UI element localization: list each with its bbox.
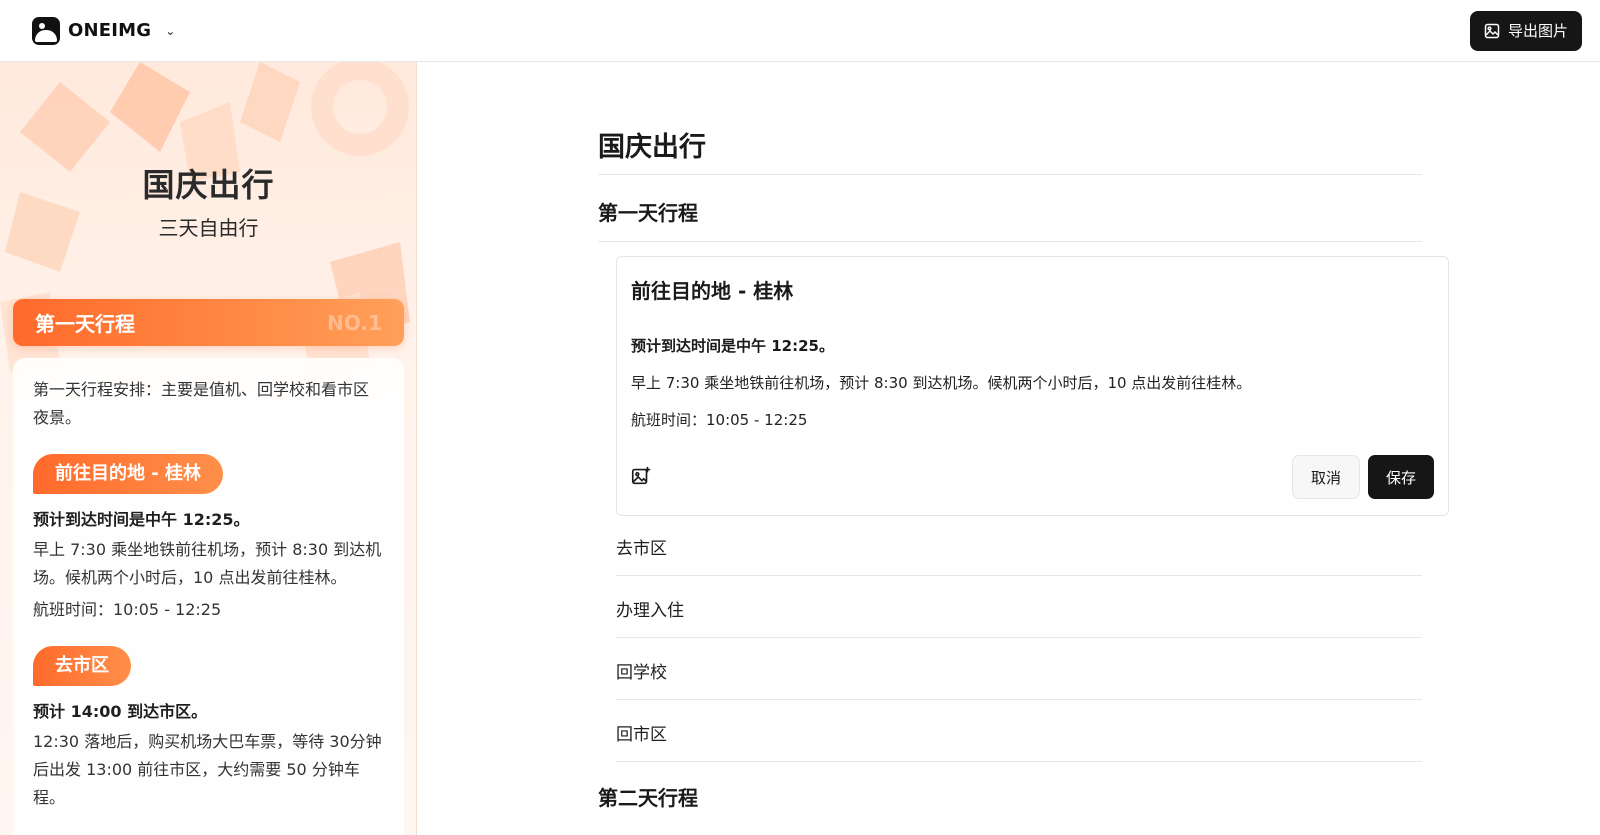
divider — [598, 174, 1422, 175]
itinerary-title[interactable]: 国庆出行 — [598, 125, 706, 164]
section-detail-field[interactable]: 航班时间：10:05 - 12:25 — [631, 409, 807, 430]
section-pill: 去市区 — [33, 646, 131, 686]
section-list-item[interactable]: 去市区 — [616, 514, 1422, 576]
export-image-button[interactable]: 导出图片 — [1469, 10, 1582, 51]
cancel-button[interactable]: 取消 — [1292, 455, 1360, 499]
preview-subtitle: 三天自由行 — [158, 216, 259, 240]
day-heading[interactable]: 第二天行程 — [598, 782, 698, 811]
export-label: 导出图片 — [1507, 22, 1568, 40]
itinerary-editor: 国庆出行 第一天行程 前往目的地 - 桂林 预计到达时间是中午 12:25。 早… — [417, 62, 1600, 835]
brand-switcher[interactable]: ONEIMG ⌄ — [32, 16, 176, 45]
section-highlight-field[interactable]: 预计到达时间是中午 12:25。 — [631, 335, 834, 356]
section-list-label: 办理入住 — [616, 601, 684, 621]
day-banner: 第一天行程 NO.1 — [13, 299, 404, 346]
section-text: 早上 7:30 乘坐地铁前往机场，预计 8:30 到达机场。候机两个小时后，10… — [33, 540, 382, 587]
section-highlight: 预计到达时间是中午 12:25。 — [33, 510, 250, 529]
section-edit-card: 前往目的地 - 桂林 预计到达时间是中午 12:25。 早上 7:30 乘坐地铁… — [616, 256, 1449, 516]
day-intro: 第一天行程安排：主要是值机、回学校和看市区夜景。 — [33, 380, 370, 427]
add-image-button[interactable] — [629, 465, 653, 489]
section-text: 12:30 落地后，购买机场大巴车票，等待 30分钟后出发 13:00 前往市区… — [33, 732, 382, 807]
image-export-icon — [1484, 23, 1500, 38]
top-bar: ONEIMG ⌄ 导出图片 — [0, 0, 1600, 62]
divider — [598, 241, 1422, 242]
poster-preview: 国庆出行 三天自由行 第一天行程 NO.1 第一天行程安排：主要是值机、回学校和… — [0, 62, 417, 835]
section-list-label: 回市区 — [616, 725, 667, 745]
section-list-label: 回学校 — [616, 663, 667, 683]
preview-title: 国庆出行 — [142, 166, 275, 204]
day-banner-number: NO.1 — [327, 310, 382, 335]
section-title-field[interactable]: 前往目的地 - 桂林 — [631, 275, 793, 304]
image-plus-icon — [631, 466, 651, 485]
section-pill: 前往目的地 - 桂林 — [33, 454, 224, 494]
day-card: 第一天行程安排：主要是值机、回学校和看市区夜景。 前往目的地 - 桂林 预计到达… — [13, 358, 404, 835]
section-list-label: 去市区 — [616, 539, 667, 559]
section-list-item[interactable]: 回学校 — [616, 638, 1422, 700]
day-heading[interactable]: 第一天行程 — [598, 197, 698, 226]
image-logo-icon — [32, 16, 60, 45]
section-detail-field[interactable]: 早上 7:30 乘坐地铁前往机场，预计 8:30 到达机场。候机两个小时后，10… — [631, 372, 1251, 393]
save-button[interactable]: 保存 — [1368, 455, 1434, 499]
brand-name: ONEIMG — [68, 20, 152, 41]
chevron-down-icon: ⌄ — [165, 23, 176, 38]
section-highlight: 预计 14:00 到达市区。 — [33, 702, 208, 721]
section-list-item[interactable]: 回市区 — [616, 700, 1422, 762]
section-list-item[interactable]: 办理入住 — [616, 576, 1422, 638]
day-banner-label: 第一天行程 — [35, 312, 135, 336]
section-text: 航班时间：10:05 - 12:25 — [33, 600, 222, 619]
